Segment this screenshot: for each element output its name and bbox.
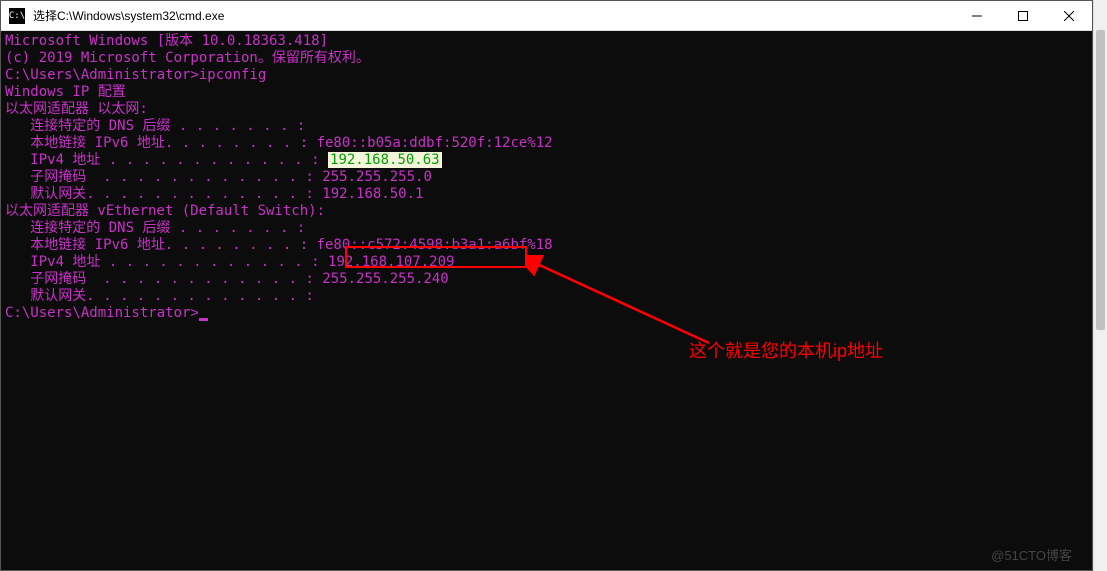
prompt-ipconfig: C:\Users\Administrator>ipconfig [5,67,1088,84]
watermark: @51CTO博客 [991,547,1072,564]
window-controls [954,1,1092,31]
a1-gateway: 默认网关. . . . . . . . . . . . . : 192.168.… [5,186,1088,203]
annotation-text: 这个就是您的本机ip地址 [689,337,883,363]
scroll-thumb[interactable] [1096,30,1105,330]
a1-dns: 连接特定的 DNS 后缀 . . . . . . . : [5,118,1088,135]
os-version-line: Microsoft Windows [版本 10.0.18363.418] [5,33,1088,50]
close-button[interactable] [1046,1,1092,31]
highlighted-ip: 192.168.50.63 [328,152,442,168]
ipconfig-header: Windows IP 配置 [5,84,1088,101]
a2-ipv4: IPv4 地址 . . . . . . . . . . . . : 192.16… [5,254,1088,271]
a2-mask: 子网掩码 . . . . . . . . . . . . : 255.255.2… [5,271,1088,288]
prompt-idle: C:\Users\Administrator> [5,305,1088,322]
adapter2-title: 以太网适配器 vEthernet (Default Switch): [5,203,1088,220]
titlebar[interactable]: C:\ 选择C:\Windows\system32\cmd.exe [1,1,1092,31]
cmd-icon: C:\ [9,8,25,24]
window-title: 选择C:\Windows\system32\cmd.exe [33,7,954,24]
page-scrollbar[interactable] [1093,0,1107,571]
a2-dns: 连接特定的 DNS 后缀 . . . . . . . : [5,220,1088,237]
cmd-window: C:\ 选择C:\Windows\system32\cmd.exe Micros… [0,0,1093,571]
a2-gateway: 默认网关. . . . . . . . . . . . . : [5,288,1088,305]
a1-ipv4: IPv4 地址 . . . . . . . . . . . . : 192.16… [5,152,1088,169]
maximize-button[interactable] [1000,1,1046,31]
a1-mask: 子网掩码 . . . . . . . . . . . . : 255.255.2… [5,169,1088,186]
cursor-icon [199,318,208,321]
copyright-line: (c) 2019 Microsoft Corporation。保留所有权利。 [5,50,1088,67]
minimize-button[interactable] [954,1,1000,31]
adapter1-title: 以太网适配器 以太网: [5,101,1088,118]
a2-ipv6: 本地链接 IPv6 地址. . . . . . . . : fe80::c572… [5,237,1088,254]
a1-ipv6: 本地链接 IPv6 地址. . . . . . . . : fe80::b05a… [5,135,1088,152]
terminal-body[interactable]: Microsoft Windows [版本 10.0.18363.418] (c… [1,31,1092,570]
